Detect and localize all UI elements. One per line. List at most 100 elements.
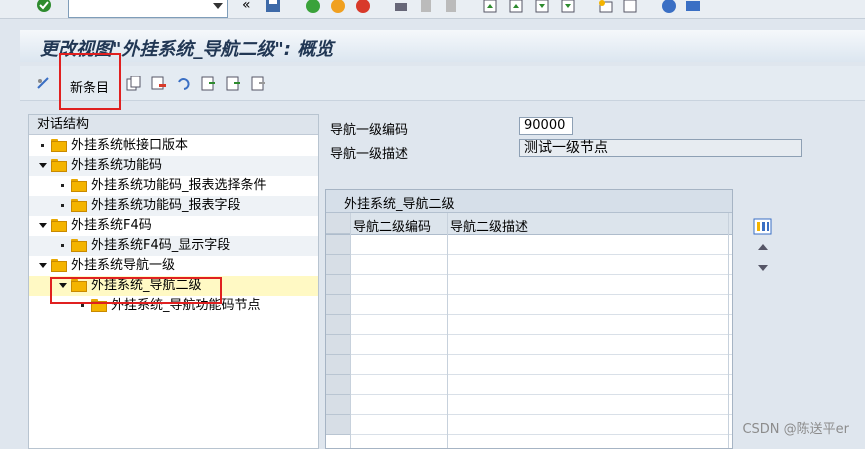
table-row[interactable]: [350, 434, 732, 435]
layout-icon[interactable]: [685, 0, 701, 14]
tree-node[interactable]: 外挂系统功能码_报表字段: [29, 196, 318, 216]
help-icon[interactable]: [661, 0, 677, 14]
collapse-command-icon[interactable]: «: [242, 0, 251, 13]
row-selector[interactable]: [326, 315, 350, 335]
chevron-down-icon[interactable]: [213, 3, 223, 9]
table-header: 导航二级编码 导航二级描述: [326, 213, 732, 235]
folder-icon: [51, 259, 67, 272]
tree-node[interactable]: 外挂系统F4码: [29, 216, 318, 236]
row-selector[interactable]: [326, 295, 350, 315]
next-page-icon[interactable]: [534, 0, 550, 14]
table-row[interactable]: [350, 314, 732, 315]
code-label: 导航一级编码: [330, 123, 409, 138]
row-selector[interactable]: [326, 375, 350, 395]
table-row[interactable]: [350, 414, 732, 415]
copy-icon[interactable]: [126, 76, 142, 91]
row-selector[interactable]: [326, 335, 350, 355]
column-header-desc[interactable]: 导航二级描述: [450, 216, 528, 235]
code-field[interactable]: 90000: [519, 117, 573, 135]
column-settings-icon[interactable]: [753, 218, 772, 235]
title-bar: 更改视图"外挂系统_导航二级": 概览: [20, 30, 865, 62]
table-row[interactable]: [350, 394, 732, 395]
bullet-icon: [61, 204, 64, 207]
tree-node-label: 外挂系统导航一级: [71, 258, 176, 273]
standard-toolbar: «: [0, 0, 865, 19]
first-page-icon[interactable]: [482, 0, 498, 14]
selected-node-highlight: [50, 277, 222, 304]
folder-icon: [71, 199, 87, 212]
folder-icon: [71, 239, 87, 252]
table-side-controls: [753, 218, 772, 271]
row-selector[interactable]: [326, 355, 350, 375]
undo-icon[interactable]: [176, 76, 192, 91]
select-all-icon[interactable]: [201, 76, 217, 91]
table-row[interactable]: [350, 274, 732, 275]
desc-field[interactable]: 测试一级节点: [519, 139, 802, 157]
tree-node-label: 外挂系统功能码: [71, 158, 163, 173]
scroll-down-icon[interactable]: [758, 265, 768, 271]
column-divider: [350, 213, 351, 448]
desc-label: 导航一级描述: [330, 147, 409, 162]
folder-icon: [51, 159, 67, 172]
table-row[interactable]: [350, 294, 732, 295]
tree-header: 对话结构: [29, 115, 318, 135]
table-title: 外挂系统_导航二级: [344, 197, 455, 212]
row-selector[interactable]: [326, 415, 350, 435]
table-row[interactable]: [350, 354, 732, 355]
expand-arrow-icon[interactable]: [39, 223, 47, 228]
command-field[interactable]: [68, 0, 228, 18]
find-next-icon[interactable]: [443, 0, 459, 14]
application-toolbar: 新条目: [20, 66, 865, 101]
tree-node-label: 外挂系统F4码_显示字段: [91, 238, 231, 253]
new-entries-highlight: [59, 53, 121, 110]
tree-node[interactable]: 外挂系统功能码_报表选择条件: [29, 176, 318, 196]
bullet-icon: [41, 144, 44, 147]
last-page-icon[interactable]: [560, 0, 576, 14]
expand-arrow-icon[interactable]: [39, 163, 47, 168]
table-title-bar: 外挂系统_导航二级: [326, 190, 732, 213]
shortcut-icon[interactable]: [622, 0, 638, 14]
select-all-rows-button[interactable]: [326, 213, 350, 234]
save-icon[interactable]: [265, 0, 281, 14]
tree-node-label: 外挂系统F4码: [71, 218, 152, 233]
display-change-icon[interactable]: [36, 76, 52, 91]
cancel-icon[interactable]: [355, 0, 371, 14]
folder-icon: [51, 139, 67, 152]
prev-page-icon[interactable]: [508, 0, 524, 14]
row-selector[interactable]: [326, 235, 350, 255]
tree-node[interactable]: 外挂系统导航一级: [29, 256, 318, 276]
watermark: CSDN @陈送平er: [742, 422, 849, 437]
tree-node-label: 外挂系统帐接口版本: [71, 138, 189, 153]
new-session-icon[interactable]: [598, 0, 614, 14]
check-icon[interactable]: [36, 0, 52, 14]
deselect-all-icon[interactable]: [251, 76, 267, 91]
table-row[interactable]: [350, 334, 732, 335]
row-selector[interactable]: [326, 255, 350, 275]
tree-node-label: 外挂系统功能码_报表字段: [91, 198, 241, 213]
bullet-icon: [81, 304, 84, 307]
table-control: 外挂系统_导航二级 导航二级编码 导航二级描述: [325, 189, 733, 449]
row-selector[interactable]: [326, 395, 350, 415]
column-header-code[interactable]: 导航二级编码: [353, 216, 431, 235]
bullet-icon: [61, 184, 64, 187]
folder-icon: [71, 179, 87, 192]
table-row[interactable]: [350, 374, 732, 375]
row-selector[interactable]: [326, 275, 350, 295]
print-icon[interactable]: [393, 0, 409, 14]
table-row[interactable]: [350, 254, 732, 255]
tree-node-label: 外挂系统功能码_报表选择条件: [91, 178, 267, 193]
folder-icon: [51, 219, 67, 232]
tree-node[interactable]: 外挂系统帐接口版本: [29, 136, 318, 156]
select-block-icon[interactable]: [226, 76, 242, 91]
tree-node[interactable]: 外挂系统F4码_显示字段: [29, 236, 318, 256]
delete-icon[interactable]: [151, 76, 167, 91]
scroll-up-icon[interactable]: [758, 244, 768, 250]
bullet-icon: [61, 244, 64, 247]
find-icon[interactable]: [418, 0, 434, 14]
tree-node[interactable]: 外挂系统功能码: [29, 156, 318, 176]
expand-arrow-icon[interactable]: [39, 263, 47, 268]
back-icon[interactable]: [305, 0, 321, 14]
column-divider: [728, 213, 729, 448]
column-divider: [447, 213, 448, 448]
exit-icon[interactable]: [330, 0, 346, 14]
